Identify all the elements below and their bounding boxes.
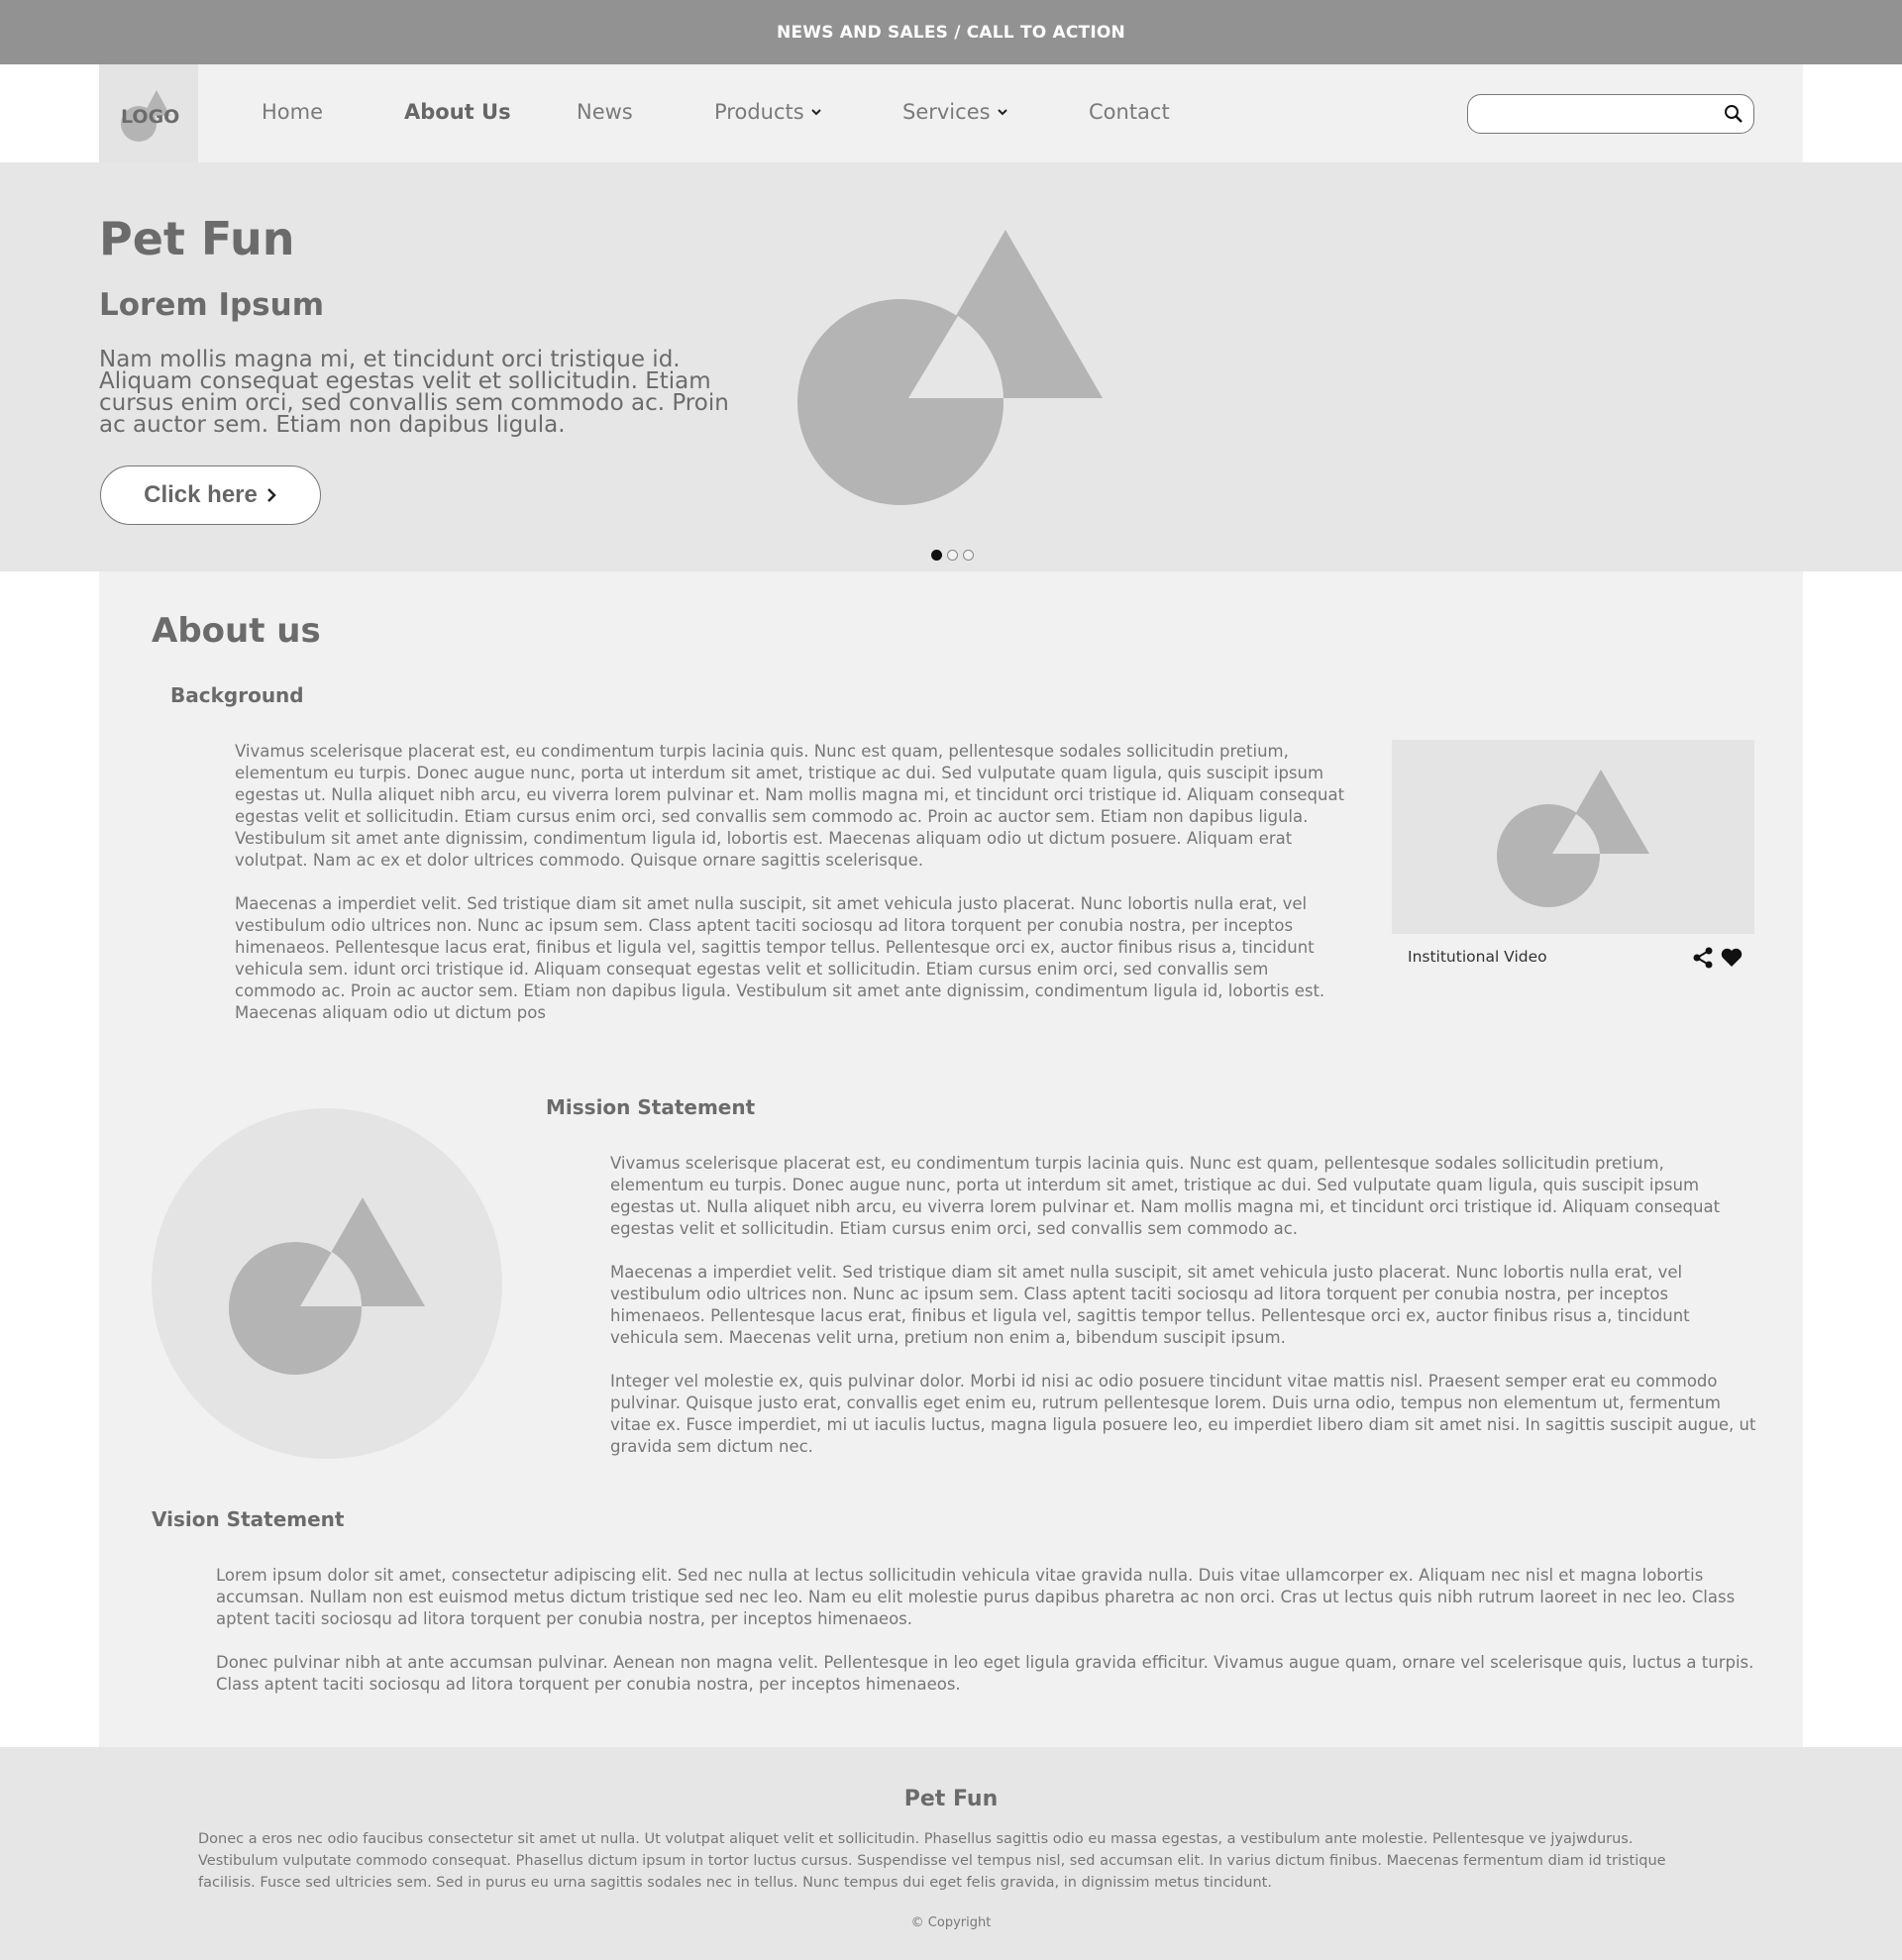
nav-item-home[interactable]: Home [262, 100, 323, 124]
heart-icon[interactable] [1721, 948, 1743, 968]
copyright: © Copyright [910, 1915, 992, 1930]
mission-paragraph: Maecenas a imperdiet velit. Sed tristiqu… [610, 1263, 1690, 1347]
chevron-down-icon [810, 109, 821, 116]
logo-text: LOGO [121, 106, 180, 128]
hero-text: Nam mollis magna mi, et tincidunt orci t… [99, 347, 729, 438]
mission-image [152, 1108, 502, 1459]
institutional-video[interactable] [1392, 740, 1754, 934]
nav-item-label: Products [714, 100, 804, 124]
nav-item-label: About Us [404, 100, 511, 124]
logo[interactable]: LOGO [99, 64, 198, 162]
click-here-button[interactable]: Click here [100, 465, 321, 525]
mission-heading: Mission Statement [546, 1095, 756, 1119]
carousel-dot[interactable] [931, 550, 942, 561]
nav-item-products[interactable]: Products [714, 100, 822, 124]
chevron-right-icon [266, 488, 276, 502]
video-label: Institutional Video [1408, 948, 1547, 966]
image-placeholder-icon [1497, 770, 1649, 907]
nav-item-about-us[interactable]: About Us [404, 100, 511, 124]
footer-title: Pet Fun [903, 1787, 999, 1811]
carousel-dot[interactable] [947, 550, 958, 561]
nav-item-label: Services [902, 100, 991, 124]
main-navigation: LOGO Home About Us News Products Service… [99, 64, 1803, 162]
nav-item-label: Contact [1089, 100, 1170, 124]
main-content: About us Background Vivamus scelerisque … [99, 571, 1803, 1747]
hero-subtitle: Lorem Ipsum [99, 287, 325, 323]
button-label: Click here [144, 481, 258, 508]
background-heading: Background [170, 683, 304, 707]
page-title: About us [152, 611, 321, 651]
mission-paragraph: Integer vel molestie ex, quis pulvinar d… [610, 1372, 1756, 1456]
carousel-dot[interactable] [963, 550, 974, 561]
vision-heading: Vision Statement [152, 1507, 345, 1531]
announcement-bar[interactable]: NEWS AND SALES / CALL TO ACTION [0, 0, 1902, 64]
image-placeholder-icon [229, 1197, 425, 1375]
nav-item-label: News [577, 100, 633, 124]
hero-banner: Pet Fun Lorem Ipsum Nam mollis magna mi,… [0, 162, 1902, 571]
search-input[interactable] [1467, 94, 1754, 134]
footer-text: Donec a eros nec odio faucibus consectet… [198, 1831, 1666, 1891]
mission-paragraph: Vivamus scelerisque placerat est, eu con… [610, 1154, 1721, 1238]
background-paragraph: Vivamus scelerisque placerat est, eu con… [235, 742, 1345, 870]
image-placeholder-icon [797, 230, 1103, 505]
carousel-dots [931, 550, 974, 561]
share-icon[interactable] [1692, 947, 1714, 969]
vision-paragraph: Donec pulvinar nibh at ante accumsan pul… [216, 1653, 1754, 1694]
search-icon[interactable] [1724, 104, 1744, 124]
chevron-down-icon [997, 109, 1007, 116]
nav-item-label: Home [262, 100, 324, 124]
background-paragraph: Maecenas a imperdiet velit. Sed tristiqu… [235, 894, 1325, 1022]
announcement-text: NEWS AND SALES / CALL TO ACTION [777, 22, 1125, 43]
hero-title: Pet Fun [99, 212, 295, 265]
footer: Pet Fun Donec a eros nec odio faucibus c… [0, 1747, 1902, 1960]
nav-item-services[interactable]: Services [902, 100, 1008, 124]
nav-item-contact[interactable]: Contact [1089, 100, 1170, 124]
vision-paragraph: Lorem ipsum dolor sit amet, consectetur … [216, 1566, 1736, 1628]
nav-item-news[interactable]: News [577, 100, 633, 124]
